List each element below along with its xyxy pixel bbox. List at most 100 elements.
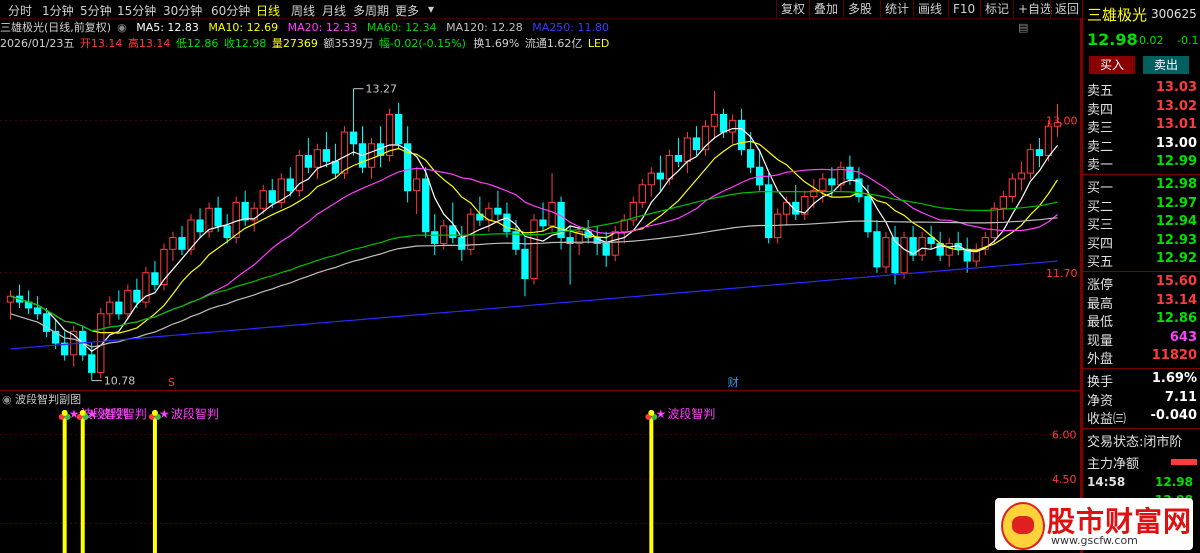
bar-amount: 额3539万 bbox=[323, 37, 374, 50]
toolbar-button-3[interactable]: 统计 bbox=[880, 0, 913, 18]
candle-body bbox=[1008, 178, 1017, 198]
period-tab-7[interactable]: 周线 bbox=[291, 2, 315, 19]
event-marker: S bbox=[168, 376, 175, 389]
candle-body bbox=[611, 231, 619, 256]
toolbar-button-6[interactable]: 标记 bbox=[980, 0, 1013, 18]
candle-body bbox=[33, 307, 42, 315]
ma-legend: 三雄极光(日线,前复权) ◉ MA5: 12.83 MA10: 12.69 MA2… bbox=[0, 19, 615, 35]
candle-body bbox=[656, 172, 665, 180]
candle-body bbox=[494, 207, 502, 215]
candle-body bbox=[133, 289, 141, 303]
candle-body bbox=[1053, 122, 1062, 127]
candle-body bbox=[683, 137, 692, 162]
ask-row-3: 卖二 13.00 bbox=[1087, 136, 1199, 155]
candle-body bbox=[945, 242, 953, 256]
period-tab-4[interactable]: 30分钟 bbox=[163, 2, 202, 19]
period-tab-6[interactable]: 日线 bbox=[256, 2, 280, 19]
stat2-row-2-value: -0.040 bbox=[1150, 408, 1197, 424]
period-tab-3[interactable]: 15分钟 bbox=[117, 2, 156, 19]
settings-icon[interactable]: ◉ bbox=[117, 21, 127, 34]
stock-title: 三雄极光(日线,前复权) bbox=[0, 21, 112, 34]
candle-body bbox=[521, 248, 529, 280]
bid-row-1-label: 买二 bbox=[1087, 199, 1114, 215]
stat-row-2-label: 最低 bbox=[1087, 315, 1114, 331]
bid-row-4-value: 12.92 bbox=[1155, 251, 1197, 267]
candle-body bbox=[1035, 149, 1044, 157]
stat-row-0-value: 15.60 bbox=[1155, 274, 1197, 289]
quote-price: 12.98 bbox=[1087, 30, 1138, 49]
bid-row-0: 买一 12.98 bbox=[1087, 177, 1199, 196]
period-toolbar: 分时 1分钟 5分钟 15分钟 30分钟 60分钟 日线 周线 月线 多周期 更多 ▾ 复权 叠加 多股 统计… bbox=[0, 0, 1080, 19]
main-flow-bar bbox=[1171, 458, 1197, 465]
ask-row-2-label: 卖三 bbox=[1087, 121, 1114, 137]
buy-button[interactable]: 买入 bbox=[1089, 56, 1135, 74]
bar-float: 流通1.62亿 bbox=[524, 37, 583, 50]
toolbar-button-8[interactable]: 返回 bbox=[1050, 0, 1083, 18]
signal-bar bbox=[649, 416, 654, 553]
candle-body bbox=[728, 119, 737, 133]
stat2-row-0-value: 1.69% bbox=[1151, 371, 1197, 386]
toolbar-button-2[interactable]: 多股 bbox=[843, 0, 876, 18]
bid-row-3-label: 买四 bbox=[1087, 236, 1114, 252]
toolbar-button-0[interactable]: 复权 bbox=[776, 0, 809, 18]
period-tab-8[interactable]: 月线 bbox=[322, 2, 346, 19]
candle-body bbox=[304, 155, 313, 168]
candle-body bbox=[394, 113, 403, 145]
candle-body bbox=[999, 196, 1007, 209]
ask-row-1: 卖四 13.02 bbox=[1087, 98, 1199, 118]
candle-body bbox=[106, 301, 114, 315]
candle-body bbox=[674, 155, 683, 162]
bid-row-3-value: 12.93 bbox=[1155, 232, 1197, 248]
ask-row-0: 卖五 13.03 bbox=[1087, 80, 1199, 99]
bar-volume: 量27369 bbox=[271, 37, 318, 50]
candle-body bbox=[900, 237, 908, 274]
period-tab-9[interactable]: 多周期 bbox=[353, 2, 389, 19]
period-tab-2[interactable]: 5分钟 bbox=[80, 2, 112, 19]
signal-label: 波段智判 bbox=[171, 406, 219, 421]
candle-body bbox=[828, 178, 836, 186]
candle-body bbox=[241, 201, 249, 221]
ma20-label: MA20: 12.33 bbox=[287, 21, 358, 34]
stat-row-4-label: 外盘 bbox=[1087, 352, 1114, 368]
period-tab-0[interactable]: 分时 bbox=[8, 2, 32, 19]
period-tab-5[interactable]: 60分钟 bbox=[211, 2, 250, 19]
sell-button[interactable]: 卖出 bbox=[1143, 56, 1189, 74]
period-tab-1[interactable]: 1分钟 bbox=[42, 2, 74, 19]
bull-logo-icon bbox=[1001, 502, 1045, 550]
bar-turnover: 换1.69% bbox=[473, 37, 520, 50]
toolbar-button-4[interactable]: 画线 bbox=[913, 0, 946, 18]
ask-row-0-label: 卖五 bbox=[1087, 84, 1114, 99]
toolbar-button-5[interactable]: F10 bbox=[948, 0, 979, 18]
candle-body bbox=[340, 131, 349, 174]
ask-row-1-value: 13.02 bbox=[1155, 98, 1197, 114]
ask-row-2-value: 13.01 bbox=[1155, 117, 1197, 133]
window-icons[interactable]: ▤ bbox=[1018, 21, 1028, 34]
candle-body bbox=[214, 207, 222, 227]
quote-stock-code: 300625 bbox=[1151, 7, 1197, 21]
bid-row-1-value: 12.97 bbox=[1155, 195, 1197, 211]
stat-row-1-label: 最高 bbox=[1087, 296, 1114, 312]
candle-body bbox=[268, 190, 276, 203]
bid-row-1: 买二 12.97 bbox=[1087, 195, 1199, 215]
more-dropdown-icon[interactable]: ▾ bbox=[428, 2, 434, 16]
candle-body bbox=[458, 237, 466, 250]
y-tick-label: 11.70 bbox=[1046, 267, 1078, 280]
candle-body bbox=[88, 354, 96, 373]
stat2-row-0: 换手 1.69% bbox=[1087, 371, 1199, 390]
watermark-logo: 股市财富网 www.gscfw.com bbox=[995, 498, 1193, 550]
bar-high: 高13.14 bbox=[127, 37, 171, 50]
period-tab-10[interactable]: 更多 bbox=[395, 2, 419, 19]
pane-divider bbox=[0, 390, 1080, 391]
toolbar-button-1[interactable]: 叠加 bbox=[809, 0, 842, 18]
candle-body bbox=[746, 149, 755, 168]
event-marker: 财 bbox=[728, 375, 739, 389]
candle-body bbox=[331, 160, 340, 174]
candle-body bbox=[286, 178, 294, 192]
candle-body bbox=[710, 113, 719, 127]
candle-body bbox=[692, 137, 701, 151]
stat2-row-2: 收益㈢ -0.040 bbox=[1087, 408, 1199, 427]
watermark-url: www.gscfw.com bbox=[1051, 534, 1138, 547]
bid-row-0-value: 12.98 bbox=[1155, 177, 1197, 192]
stat-row-4: 外盘 11820 bbox=[1087, 348, 1199, 368]
candle-body bbox=[602, 242, 610, 256]
